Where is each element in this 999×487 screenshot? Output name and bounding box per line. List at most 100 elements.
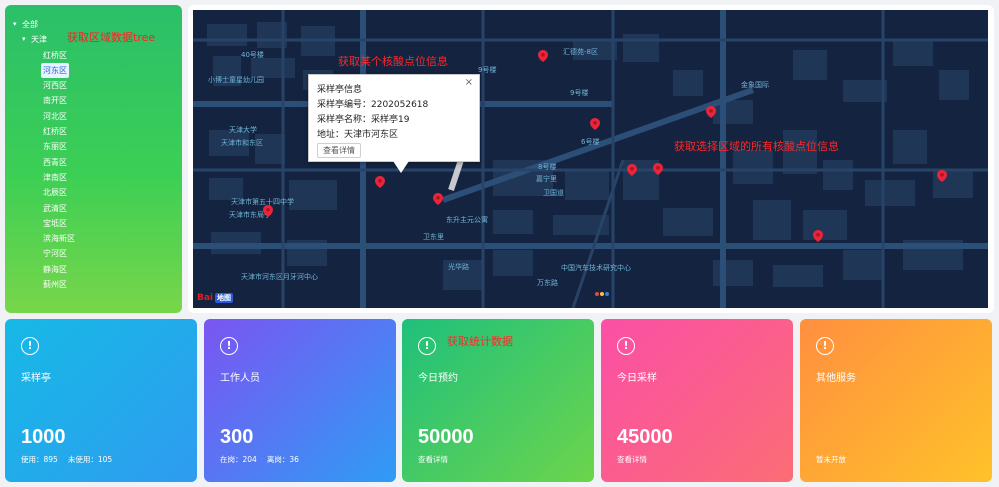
stat-card[interactable]: ! 其他服务暂未开放 [800,319,992,482]
map-place-label: 8号楼 [538,163,557,171]
tree-node-label: 红桥区 [43,127,67,137]
view-details-button[interactable]: 查看详情 [317,143,361,158]
location-pin-icon[interactable] [263,205,273,217]
map-place-label: 光华路 [448,263,469,271]
location-pin-icon[interactable] [653,163,663,175]
info-icon: ! [220,337,238,355]
dashboard: ▾ 全部 ▾ 天津 红桥区 河东区 河西区 南开区 河北区 红桥区 东丽区 西青区 津南区 北辰区… [0,0,999,487]
district-list: 红桥区 河东区 河西区 南开区 河北区 红桥区 东丽区 西青区 津南区 北辰区 武清区 宝坻区 滨海新区… [13,48,77,293]
map-place-label: 东升主元公寓 [446,216,488,224]
stat-card-title: 今日预约 [418,373,458,384]
tree-node-district[interactable]: 红桥区 [13,48,77,63]
stat-card-title: 采样亭 [21,373,51,384]
tree-node-label: 南开区 [43,96,67,106]
location-pin-icon[interactable] [706,106,716,118]
location-pin-icon[interactable] [375,176,385,188]
stat-card[interactable]: ! 今日采样 45000 查看详情 [601,319,793,482]
tree-node-label: 红桥区 [43,50,67,60]
map-canvas[interactable]: 40号楼 小博士童星幼儿园 天津大学 天津市和东区 天津市第五十四中学 天津市东局子 9号楼… [193,10,988,308]
tree-node-label: 津南区 [43,172,67,182]
stat-card-footer-text: 使用：895 [21,455,58,464]
stat-card[interactable]: ! 工作人员 300 在岗：204 离岗：36 [204,319,396,482]
tree-node-label: 北辰区 [43,188,67,198]
stat-card-footer-text[interactable]: 查看详情 [617,455,647,464]
map-place-label: 卫东里 [423,233,444,241]
tree-node-label: 东丽区 [43,142,67,152]
tree-node-district[interactable]: 静海区 [13,262,77,277]
map-region-annotation: 获取选择区域的所有核酸点位信息 [674,140,839,153]
tree-node-label: 西青区 [43,157,67,167]
tree-node-district[interactable]: 红桥区 [13,124,77,139]
map-place-label: 中国汽车技术研究中心 [561,264,631,272]
stat-card-footer-text: 未使用：105 [67,455,113,464]
map-place-label: 天津市河东区月牙河中心 [241,273,318,281]
location-pin-icon[interactable] [627,164,637,176]
stat-card-title: 工作人员 [220,373,260,384]
region-tree-panel: ▾ 全部 ▾ 天津 红桥区 河东区 河西区 南开区 河北区 红桥区 东丽区 西青区 津南区 北辰区… [5,5,182,313]
tree-node-district[interactable]: 宁河区 [13,246,77,261]
tree-node-label: 蓟州区 [43,280,67,290]
tree-node-district[interactable]: 武清区 [13,201,77,216]
tree-node-district[interactable]: 东丽区 [13,139,77,154]
stat-card-footer-text: 在岗：204 [220,455,257,464]
stat-card-value: 300 [220,426,254,448]
baidu-logo-text: Bai [197,293,214,303]
stat-card-footer: 查看详情 [418,454,458,465]
tree-node-label: 静海区 [43,264,67,274]
popup-address: 地址：天津市河东区 [317,130,399,140]
map-place-label: 汇德苑-8区 [563,48,598,56]
tree-node-label: 宁河区 [43,249,67,259]
stat-card-footer: 暂未开放 [816,454,856,465]
map-place-label: 嘉宁里 [536,175,557,183]
map-place-label: 小博士童星幼儿园 [208,76,264,84]
region-tree: ▾ 全部 ▾ 天津 红桥区 河东区 河西区 南开区 河北区 红桥区 东丽区 西青区 津南区 北辰区… [13,17,77,292]
stat-card-footer-text: 暂未开放 [816,455,846,464]
map-place-label: 金象国际 [741,81,769,89]
info-icon: ! [21,337,39,355]
stat-card-footer: 查看详情 [617,454,657,465]
tree-node-label: 宝坻区 [43,218,67,228]
tree-node-district[interactable]: 宝坻区 [13,216,77,231]
map-place-label: 6号楼 [581,138,600,146]
stat-card-title: 其他服务 [816,373,856,384]
stat-card-footer: 在岗：204 离岗：36 [220,454,309,465]
location-pin-icon[interactable] [538,50,548,62]
location-pin-icon[interactable] [937,170,947,182]
stat-card-footer: 使用：895 未使用：105 [21,454,122,465]
tree-node-label: 河东区 [41,62,69,79]
popup-code: 采样亭编号：2202052618 [317,100,429,110]
caret-down-icon[interactable]: ▾ [13,17,22,32]
tree-node-district[interactable]: 蓟州区 [13,277,77,292]
map-panel: 40号楼 小博士童星幼儿园 天津大学 天津市和东区 天津市第五十四中学 天津市东局子 9号楼… [188,5,994,313]
stat-card-title: 今日采样 [617,373,657,384]
stat-card[interactable]: ! 采样亭 1000 使用：895 未使用：105 [5,319,197,482]
tree-node-district[interactable]: 西青区 [13,155,77,170]
tree-node-district[interactable]: 滨海新区 [13,231,77,246]
location-pin-icon[interactable] [590,118,600,130]
stats-annotation: 获取统计数据 [447,335,513,348]
stat-card-footer-text: 离岗：36 [266,455,299,464]
location-pin-icon[interactable] [813,230,823,242]
caret-down-icon[interactable]: ▾ [22,32,31,47]
tree-node-district[interactable]: 津南区 [13,170,77,185]
sampling-booth-popup: × 采样亭信息 采样亭编号：2202052618 采样亭名称：采样亭19 地址：… [308,74,480,173]
map-place-label: 天津市和东区 [221,139,263,147]
map-place-label: 40号楼 [241,51,264,59]
tree-node-label: 武清区 [43,203,67,213]
info-icon: ! [816,337,834,355]
stat-card-footer-text[interactable]: 查看详情 [418,455,448,464]
tree-node-district[interactable]: 河北区 [13,109,77,124]
tree-node-label: 全部 [22,20,38,29]
map-place-label: 9号楼 [570,89,589,97]
tree-node-district[interactable]: 北辰区 [13,185,77,200]
location-pin-icon[interactable] [433,193,443,205]
map-place-label: 9号楼 [478,66,497,74]
map-place-label: 卫国道 [543,189,564,197]
tree-node-district[interactable]: 南开区 [13,93,77,108]
tree-node-district[interactable]: 河西区 [13,78,77,93]
tree-node-district[interactable]: 河东区 [13,62,77,79]
popup-name: 采样亭名称：采样亭19 [317,115,410,125]
tree-node-label: 天津 [31,35,47,45]
tree-annotation: 获取区域数据tree [67,31,156,44]
close-icon[interactable]: × [465,77,473,88]
